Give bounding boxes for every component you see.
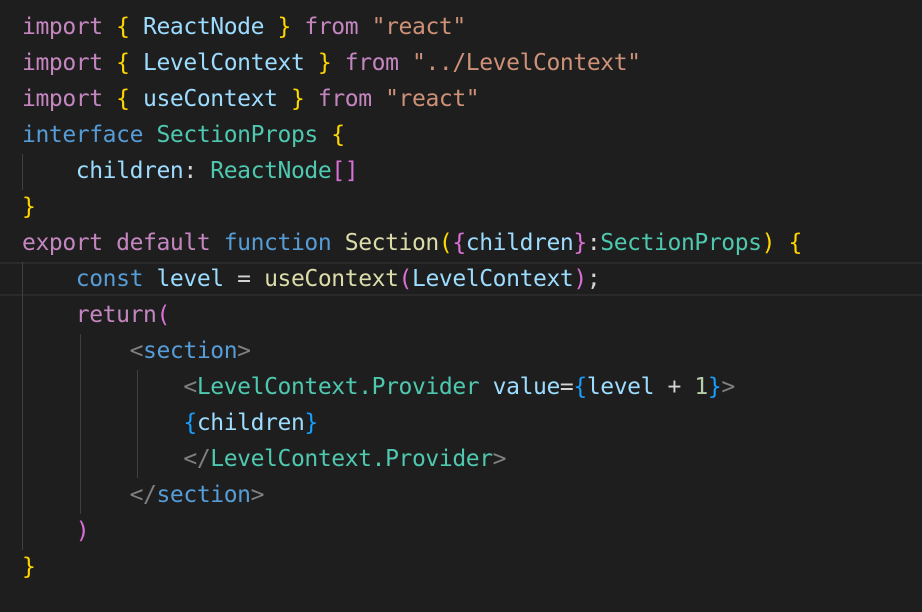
code-line[interactable]: ) <box>22 513 90 549</box>
code-token: { <box>116 14 130 40</box>
code-token: { <box>183 410 197 436</box>
code-token: { <box>452 230 466 256</box>
code-token: ReactNode <box>129 14 278 40</box>
code-token: = <box>559 374 574 400</box>
code-token: } <box>277 14 292 40</box>
code-token: return <box>22 302 157 328</box>
code-token: "../LevelContext" <box>412 50 641 76</box>
code-line[interactable]: export default function Section({childre… <box>22 225 802 261</box>
code-line[interactable]: import { ReactNode } from "react" <box>22 9 466 45</box>
code-token: = <box>223 266 265 292</box>
code-token: : <box>586 230 601 256</box>
code-token: } <box>22 194 36 220</box>
code-token: "react" <box>371 14 467 40</box>
code-token: SectionProps <box>600 230 762 256</box>
code-token: } <box>573 230 587 256</box>
code-token: useContext <box>129 86 291 112</box>
code-token: { <box>116 50 130 76</box>
code-token: ( <box>438 230 453 256</box>
code-token: children <box>22 158 184 184</box>
code-line[interactable]: } <box>22 549 36 585</box>
code-token: section <box>143 338 238 364</box>
code-token: > <box>492 446 507 472</box>
code-token: from <box>304 86 386 112</box>
code-token: { <box>788 230 803 256</box>
code-line[interactable]: import { useContext } from "react" <box>22 81 480 117</box>
code-token: function <box>210 230 332 256</box>
code-token: } <box>304 410 318 436</box>
code-token: LevelContext.Provider <box>210 446 493 472</box>
code-token: ( <box>398 266 413 292</box>
code-token: import <box>22 14 103 40</box>
code-token: ) <box>761 230 776 256</box>
code-token: LevelContext <box>412 266 574 292</box>
code-token: "react" <box>385 86 480 112</box>
code-token: </ <box>22 446 211 472</box>
code-line[interactable]: <LevelContext.Provider value={level + 1}… <box>22 369 735 405</box>
code-token: value <box>479 374 561 400</box>
code-token: + <box>654 374 695 400</box>
code-token: ) <box>573 266 587 292</box>
code-token: ReactNode <box>210 158 332 184</box>
code-token: LevelContext.Provider <box>196 374 480 400</box>
code-token: LevelContext <box>129 50 318 76</box>
code-token: useContext <box>264 266 399 292</box>
code-token: children <box>196 410 305 436</box>
code-token: [] <box>331 158 359 184</box>
code-line[interactable]: return( <box>22 297 171 333</box>
code-line[interactable]: interface SectionProps { <box>22 117 345 153</box>
code-token: } <box>290 86 305 112</box>
code-token: const <box>22 266 144 292</box>
code-token: 1 <box>694 374 708 400</box>
code-line[interactable]: </LevelContext.Provider> <box>22 441 506 477</box>
code-token: SectionProps <box>143 122 332 148</box>
code-token: Section <box>331 230 440 256</box>
code-line[interactable]: {children} <box>22 405 318 441</box>
code-token: interface <box>22 122 144 148</box>
code-token: section <box>156 482 251 508</box>
code-line[interactable]: const level = useContext(LevelContext); <box>22 261 601 297</box>
code-token: < <box>22 338 144 364</box>
code-token: } <box>22 554 36 580</box>
code-token: { <box>331 122 345 148</box>
code-token: import <box>22 50 103 76</box>
code-line[interactable]: children: ReactNode[] <box>22 153 359 189</box>
code-token: } <box>707 374 722 400</box>
code-token: ; <box>586 266 601 292</box>
code-token: > <box>250 482 265 508</box>
code-line[interactable]: </section> <box>22 477 265 513</box>
code-token: </ <box>22 482 157 508</box>
code-token: level <box>143 266 224 292</box>
code-token: } <box>317 50 332 76</box>
code-token: export default <box>22 230 211 256</box>
code-token: ) <box>22 518 90 544</box>
code-editor[interactable]: import { ReactNode } from "react" import … <box>0 0 922 612</box>
code-token: ( <box>156 302 170 328</box>
code-line[interactable]: import { LevelContext } from "../LevelCo… <box>22 45 641 81</box>
code-token: from <box>290 14 372 40</box>
code-token: children <box>465 230 574 256</box>
code-line[interactable]: <section> <box>22 333 251 369</box>
code-token: { <box>573 374 587 400</box>
code-token: : <box>183 158 211 184</box>
code-token: > <box>237 338 251 364</box>
code-token: from <box>331 50 412 76</box>
code-line[interactable]: } <box>22 189 36 225</box>
code-token: import <box>22 86 103 112</box>
code-token: > <box>721 374 735 400</box>
code-token: { <box>116 86 130 112</box>
code-token: level <box>586 374 655 400</box>
code-token: < <box>22 374 197 400</box>
